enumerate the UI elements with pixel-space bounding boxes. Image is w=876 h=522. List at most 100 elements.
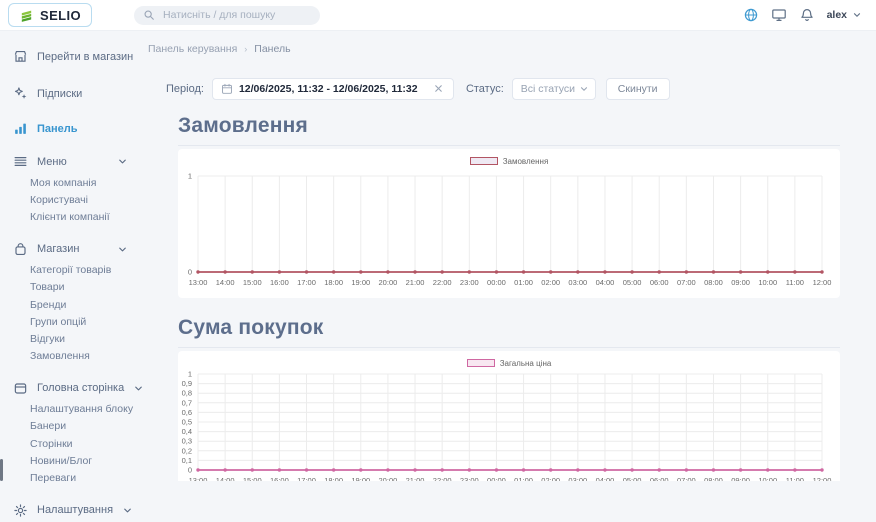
- svg-text:09:00: 09:00: [731, 278, 750, 287]
- svg-text:14:00: 14:00: [216, 278, 235, 287]
- monitor-icon[interactable]: [771, 7, 787, 23]
- clear-x-icon[interactable]: [433, 83, 445, 95]
- breadcrumb-dashboard[interactable]: Панель керування: [148, 43, 237, 55]
- svg-text:07:00: 07:00: [677, 278, 696, 287]
- orders-chart-legend[interactable]: Замовлення: [178, 154, 840, 168]
- sidebar-item-label: Головна сторінка: [37, 381, 124, 395]
- svg-text:04:00: 04:00: [596, 278, 615, 287]
- sidebar-item-label: Налаштування: [37, 503, 113, 517]
- svg-text:13:00: 13:00: [189, 476, 208, 481]
- svg-text:23:00: 23:00: [460, 278, 479, 287]
- svg-text:03:00: 03:00: [568, 278, 587, 287]
- svg-text:0,5: 0,5: [182, 418, 192, 427]
- filter-bar: Період: 12/06/2025, 11:32 - 12/06/2025, …: [166, 78, 876, 100]
- svg-text:08:00: 08:00: [704, 278, 723, 287]
- legend-swatch: [467, 359, 495, 367]
- svg-text:22:00: 22:00: [433, 476, 452, 481]
- legend-swatch: [470, 157, 498, 165]
- sidebar-subitem-product-categories[interactable]: Категорії товарів: [30, 262, 140, 279]
- sidebar-item-label: Магазин: [37, 242, 108, 256]
- sparkles-icon: [13, 86, 28, 101]
- status-select[interactable]: Всі статуси: [512, 78, 596, 100]
- sidebar-subitem-benefits[interactable]: Переваги: [30, 469, 140, 486]
- logo-icon: [19, 8, 34, 23]
- sidebar-subitem-banners[interactable]: Банери: [30, 418, 140, 435]
- sidebar-item-dashboard[interactable]: Панель: [0, 117, 140, 140]
- svg-text:22:00: 22:00: [433, 278, 452, 287]
- breadcrumb-current: Панель: [254, 43, 290, 55]
- sidebar-item-store[interactable]: Магазин: [0, 238, 140, 261]
- legend-label: Загальна ціна: [500, 359, 552, 368]
- svg-text:04:00: 04:00: [596, 476, 615, 481]
- svg-text:20:00: 20:00: [379, 278, 398, 287]
- notifications-bell-icon[interactable]: [799, 7, 815, 23]
- svg-text:06:00: 06:00: [650, 278, 669, 287]
- svg-text:05:00: 05:00: [623, 476, 642, 481]
- sidebar-subitem-reviews[interactable]: Відгуки: [30, 330, 140, 347]
- scrollbar-thumb[interactable]: [0, 459, 3, 481]
- sidebar-item-label: Панель: [37, 122, 128, 136]
- status-label: Статус:: [466, 83, 504, 95]
- sidebar-subitem-products[interactable]: Товари: [30, 279, 140, 296]
- storefront-icon: [13, 49, 28, 64]
- purchase-sum-section-title: Сума покупок: [178, 316, 840, 348]
- sidebar-item-menu[interactable]: Меню: [0, 150, 140, 173]
- sidebar-subitem-block-settings[interactable]: Налаштування блоку: [30, 401, 140, 418]
- sidebar-subitem-brands[interactable]: Бренди: [30, 296, 140, 313]
- svg-text:14:00: 14:00: [216, 476, 235, 481]
- svg-text:01:00: 01:00: [514, 278, 533, 287]
- orders-section-title: Замовлення: [178, 114, 840, 146]
- period-label: Період:: [166, 83, 204, 95]
- period-range-input[interactable]: 12/06/2025, 11:32 - 12/06/2025, 11:32: [212, 78, 454, 100]
- search-box[interactable]: [134, 6, 320, 25]
- svg-text:0,8: 0,8: [182, 389, 192, 398]
- svg-text:21:00: 21:00: [406, 278, 425, 287]
- go-to-store-link[interactable]: Перейти в магазин: [0, 45, 140, 68]
- svg-text:0,9: 0,9: [182, 379, 192, 388]
- svg-text:19:00: 19:00: [351, 278, 370, 287]
- sidebar-item-settings[interactable]: Налаштування: [0, 499, 140, 522]
- user-menu[interactable]: alex: [827, 9, 862, 21]
- svg-text:18:00: 18:00: [324, 476, 343, 481]
- calendar-icon: [221, 83, 233, 95]
- svg-text:15:00: 15:00: [243, 476, 262, 481]
- svg-text:10:00: 10:00: [758, 278, 777, 287]
- search-input[interactable]: [161, 8, 311, 22]
- sidebar-subitem-users[interactable]: Користувачі: [30, 191, 140, 208]
- svg-text:03:00: 03:00: [568, 476, 587, 481]
- svg-text:23:00: 23:00: [460, 476, 479, 481]
- svg-text:16:00: 16:00: [270, 278, 289, 287]
- purchase-sum-chart-legend[interactable]: Загальна ціна: [178, 356, 840, 370]
- orders-line-chart: 1013:0014:0015:0016:0017:0018:0019:0020:…: [178, 168, 840, 292]
- sidebar-subitem-news-blog[interactable]: Новини/Блог: [30, 452, 140, 469]
- chevron-down-icon: [579, 84, 589, 94]
- svg-text:20:00: 20:00: [379, 476, 398, 481]
- sidebar-subitem-my-company[interactable]: Моя компанія: [30, 174, 140, 191]
- sidebar-subitem-orders[interactable]: Замовлення: [30, 348, 140, 365]
- sidebar-subitem-company-clients[interactable]: Клієнти компанії: [30, 208, 140, 225]
- svg-text:02:00: 02:00: [541, 278, 560, 287]
- svg-text:07:00: 07:00: [677, 476, 696, 481]
- svg-text:0: 0: [188, 466, 192, 475]
- svg-text:01:00: 01:00: [514, 476, 533, 481]
- status-selected-value: Всі статуси: [521, 83, 575, 95]
- language-globe-icon[interactable]: [743, 7, 759, 23]
- svg-text:05:00: 05:00: [623, 278, 642, 287]
- svg-text:0,1: 0,1: [182, 456, 192, 465]
- logo-text: SELIO: [40, 8, 81, 23]
- svg-text:10:00: 10:00: [758, 476, 777, 481]
- reset-button[interactable]: Скинути: [606, 78, 670, 100]
- logo[interactable]: SELIO: [8, 3, 92, 27]
- sidebar-item-label: Меню: [37, 155, 108, 169]
- sidebar-subitem-option-groups[interactable]: Групи опцій: [30, 313, 140, 330]
- go-to-store-label: Перейти в магазин: [37, 50, 133, 64]
- svg-text:17:00: 17:00: [297, 278, 316, 287]
- top-bar: SELIO alex: [0, 0, 876, 31]
- sidebar-item-subscriptions[interactable]: Підписки: [0, 82, 140, 105]
- sidebar-subitem-pages[interactable]: Сторінки: [30, 435, 140, 452]
- sidebar-item-label: Підписки: [37, 87, 128, 101]
- sidebar-item-home-page[interactable]: Головна сторінка: [0, 377, 140, 400]
- svg-text:0,6: 0,6: [182, 408, 192, 417]
- purchase-sum-section: Сума покупок Загальна ціна 10,90,80,70,6…: [178, 316, 840, 481]
- svg-text:0,3: 0,3: [182, 437, 192, 446]
